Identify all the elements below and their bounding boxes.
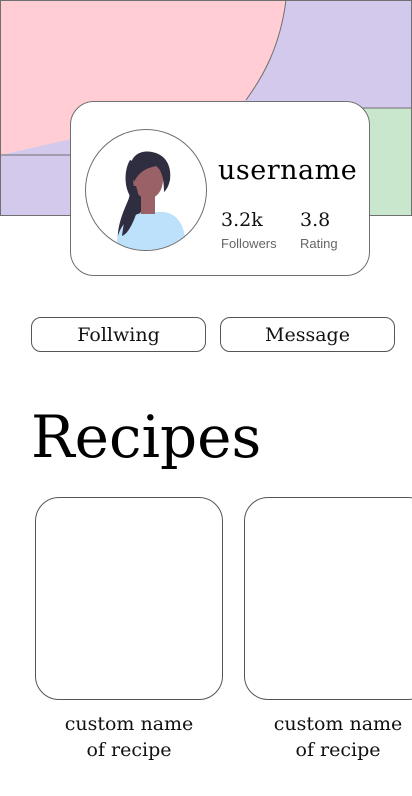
rating-label: Rating: [300, 236, 338, 251]
profile-card: username 3.2k Followers 3.8 Rating: [70, 101, 370, 276]
recipe-name[interactable]: custom name of recipe: [244, 711, 412, 763]
message-button[interactable]: Message: [220, 317, 395, 352]
recipe-name-line: custom name: [64, 713, 194, 735]
rating-stat: 3.8 Rating: [300, 209, 338, 252]
followers-stat: 3.2k Followers: [221, 209, 277, 252]
recipe-card[interactable]: [244, 497, 412, 700]
username: username: [218, 155, 358, 186]
followers-count: 3.2k: [221, 209, 263, 231]
recipe-name-line: of recipe: [86, 739, 172, 761]
avatar[interactable]: [85, 129, 207, 251]
recipes-title: Recipes: [31, 403, 262, 471]
rating-value: 3.8: [300, 209, 331, 231]
recipe-name-line: of recipe: [295, 739, 381, 761]
recipe-name-line: custom name: [273, 713, 403, 735]
recipe-name[interactable]: custom name of recipe: [35, 711, 223, 763]
recipe-card[interactable]: [35, 497, 223, 700]
following-button[interactable]: Follwing: [31, 317, 206, 352]
woman-avatar-icon: [116, 151, 186, 250]
followers-label: Followers: [221, 236, 277, 251]
